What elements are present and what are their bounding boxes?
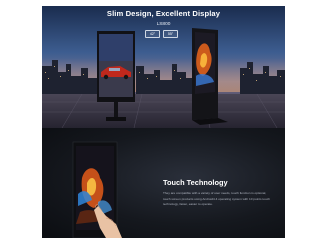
product-page: Slim Design, Excellent Display LS800 42"… [42,6,285,238]
hero-title: Slim Design, Excellent Display [106,9,221,18]
touch-technology-section: Touch Technology They are compatible wit… [42,128,285,238]
touch-technology-title: Touch Technology [163,178,228,187]
size-option-42-button[interactable]: 42" [145,30,160,38]
model-label: LS800 [156,22,171,27]
size-option-55-button[interactable]: 55" [163,30,178,38]
hero-banner: Slim Design, Excellent Display LS800 42"… [42,6,285,128]
touch-technology-description: They are compatible with a variety of us… [163,191,270,206]
